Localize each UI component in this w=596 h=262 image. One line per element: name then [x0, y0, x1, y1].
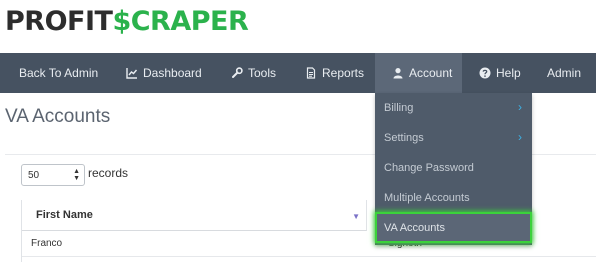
nav-label: Admin	[547, 66, 582, 80]
menu-item-billing[interactable]: Billing ›	[375, 93, 532, 123]
menu-item-label: VA Accounts	[384, 221, 445, 234]
nav-back-to-admin[interactable]: Back To Admin	[19, 53, 98, 93]
menu-item-label: Multiple Accounts	[384, 192, 470, 204]
column-header-first-name[interactable]: First Name ▼	[22, 200, 367, 231]
nav-reports[interactable]: Reports	[305, 53, 364, 93]
table-row-divider	[22, 256, 596, 257]
chart-icon	[126, 67, 138, 79]
account-dropdown-menu: Billing › Settings › Change Password Mul…	[375, 93, 532, 245]
menu-item-label: Change Password	[384, 162, 474, 174]
menu-item-label: Billing	[384, 102, 414, 114]
profitscraper-logo[interactable]: PROFIT $CRAPER	[5, 6, 249, 37]
nav-dashboard[interactable]: Dashboard	[126, 53, 202, 93]
nav-label: Reports	[322, 66, 365, 80]
sort-desc-icon[interactable]: ▼	[352, 212, 360, 221]
main-nav-bar: Back To Admin Dashboard Tools Reports Ac…	[0, 53, 596, 93]
nav-label: Account	[409, 66, 453, 80]
nav-label: Help	[496, 66, 521, 80]
document-icon	[305, 67, 317, 79]
menu-item-label: Settings	[384, 132, 424, 144]
records-label: records	[88, 166, 129, 180]
nav-label: Back To Admin	[19, 66, 99, 80]
menu-item-change-password[interactable]: Change Password	[375, 153, 532, 183]
nav-admin[interactable]: Admin	[547, 53, 581, 93]
logo-text-scraper: $CRAPER	[112, 6, 249, 37]
table-cell-first-name: Franco	[31, 238, 63, 249]
logo-text-profit: PROFIT	[5, 6, 113, 37]
user-icon	[392, 67, 404, 79]
page-title: VA Accounts	[5, 106, 111, 127]
nav-tools[interactable]: Tools	[231, 53, 276, 93]
records-per-page-select[interactable]: 50 ▲ ▼	[21, 164, 85, 186]
menu-item-settings[interactable]: Settings ›	[375, 123, 532, 153]
select-updown-icon: ▲ ▼	[73, 168, 80, 182]
nav-account[interactable]: Account	[375, 53, 462, 93]
nav-label: Dashboard	[143, 66, 202, 80]
wrench-icon	[231, 67, 243, 79]
chevron-right-icon: ›	[518, 100, 522, 114]
nav-label: Tools	[248, 66, 277, 80]
column-header-label: First Name	[36, 209, 93, 221]
records-per-page-value: 50	[28, 169, 40, 181]
nav-help[interactable]: Help	[479, 53, 521, 93]
chevron-right-icon: ›	[518, 130, 522, 144]
menu-item-multiple-accounts[interactable]: Multiple Accounts	[375, 183, 532, 213]
question-icon	[479, 67, 491, 79]
menu-item-va-accounts[interactable]: VA Accounts	[375, 212, 532, 243]
